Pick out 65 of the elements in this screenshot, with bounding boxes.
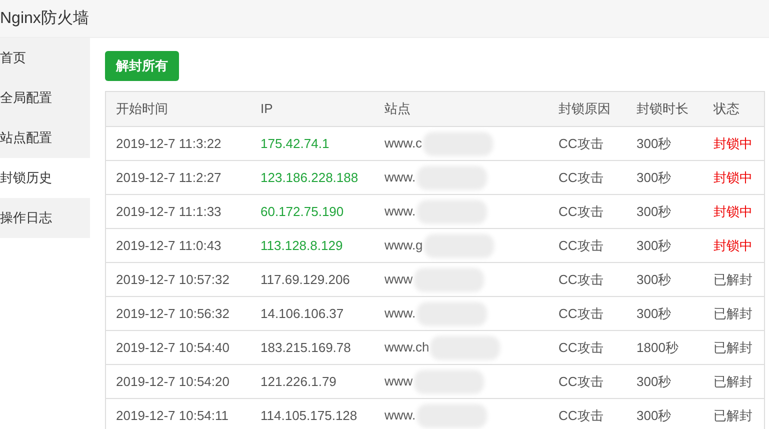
table-cell: 300秒 [636,306,672,321]
table-cell: CC攻击 [558,238,604,253]
table-cell: 2019-12-7 11:3:22 [116,136,222,151]
table-cell: 2019-12-7 10:56:32 [116,306,230,321]
table-cell: www. [384,406,416,422]
table-cell: www. [384,168,416,184]
table-cell: CC攻击 [558,136,604,151]
table-cell: 2019-12-7 10:54:11 [116,408,229,423]
table-cell: 2019-12-7 10:57:32 [116,272,230,287]
table-cell: www.g [384,236,423,252]
table-cell: www. [384,304,416,320]
table-cell: 300秒 [636,136,672,151]
table-cell: 123.186.228.188 [260,170,358,185]
table-cell: 300秒 [636,408,672,423]
sidebar-item[interactable]: 站点配置 [0,118,90,158]
table-cell: 113.128.8.129 [260,238,343,253]
table-cell: 300秒 [636,170,672,185]
column-header: IP [260,101,273,116]
table-cell: 已解封 [714,272,752,287]
table-cell: 封锁中 [714,170,752,185]
table-cell: CC攻击 [558,408,604,423]
table-cell: 封锁中 [714,204,752,219]
table-cell: CC攻击 [558,170,604,185]
table-cell: 300秒 [636,272,672,287]
table-cell: 114.105.175.128 [260,408,358,423]
table-cell: 2019-12-7 11:0:43 [116,238,222,253]
table-cell: 14.106.106.37 [260,306,344,321]
table-cell: 2019-12-7 10:54:20 [116,374,230,389]
table-cell: CC攻击 [558,272,604,287]
table-cell: 117.69.129.206 [260,272,350,287]
table-cell: 60.172.75.190 [260,204,344,219]
table-cell: 封锁中 [714,238,752,253]
table-cell: 175.42.74.1 [260,136,330,151]
sidebar-item[interactable]: 操作日志 [0,198,90,238]
table-cell: 2019-12-7 10:54:40 [116,340,230,355]
column-header: 开始时间 [116,101,168,116]
table-cell: CC攻击 [558,204,604,219]
table-cell: 300秒 [636,374,672,389]
table-cell: CC攻击 [558,340,604,355]
table-cell: 1800秒 [636,340,678,355]
column-header: 站点 [384,101,410,116]
table-cell: www [384,372,413,388]
table-cell: www [384,270,413,286]
table-cell: 已解封 [714,374,752,389]
sidebar-item[interactable]: 全局配置 [0,78,90,118]
table-cell: 2019-12-7 11:2:27 [116,170,222,185]
table-cell: 已解封 [714,408,752,423]
table-cell: 300秒 [636,204,672,219]
table-cell: 300秒 [636,238,672,253]
table-cell: www.c [384,134,422,150]
table-cell: www.ch [384,338,430,354]
table-cell: CC攻击 [558,306,604,321]
table-cell: 183.215.169.78 [260,340,351,355]
table-cell: 已解封 [714,306,752,321]
window-title: Nginx防火墙 [0,8,89,28]
table-cell: www. [384,202,416,218]
table-cell: 121.226.1.79 [260,374,336,389]
column-header: 状态 [714,101,740,116]
column-header: 封锁时长 [636,101,688,116]
table-cell: 封锁中 [714,136,752,151]
column-header: 封锁原因 [558,101,610,116]
sidebar-item[interactable]: 首页 [0,38,90,78]
table-cell: 已解封 [714,340,752,355]
table-cell: CC攻击 [558,374,604,389]
table-cell: 2019-12-7 11:1:33 [116,204,222,219]
